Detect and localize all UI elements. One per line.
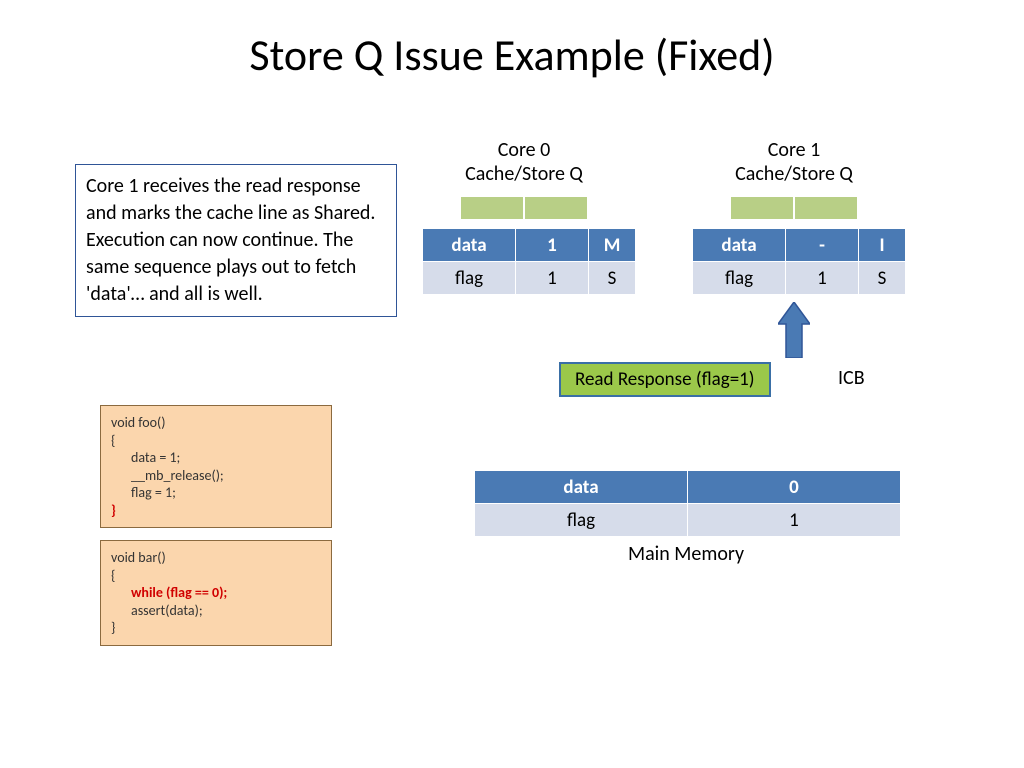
c0-r1-val: 1	[516, 229, 589, 262]
c1-r1-state: I	[859, 229, 906, 262]
read-response-box: Read Response (flag=1)	[559, 362, 771, 397]
icb-label: ICB	[838, 366, 865, 390]
bar-l5: }	[111, 619, 321, 637]
foo-l2: {	[111, 432, 321, 450]
mem-r1-name: data	[475, 471, 688, 504]
foo-l5: flag = 1;	[111, 484, 321, 502]
c1-r1-name: data	[693, 229, 786, 262]
core1-store-queue	[730, 196, 858, 220]
main-memory-label: Main Memory	[474, 542, 898, 566]
description-box: Core 1 receives the read response and ma…	[75, 164, 397, 317]
foo-l4: __mb_release();	[111, 467, 321, 485]
arrow-up-icon	[778, 302, 810, 358]
core0-label: Core 0Cache/Store Q	[424, 138, 624, 186]
mem-r2-name: flag	[475, 504, 688, 537]
foo-l1: void foo()	[111, 414, 321, 432]
mem-r2-val: 1	[688, 504, 901, 537]
bar-l2: {	[111, 567, 321, 585]
core1-cache-table: data - I flag 1 S	[692, 228, 906, 295]
c0-r2-val: 1	[516, 262, 589, 295]
description-text: Core 1 receives the read response and ma…	[86, 174, 375, 306]
c1-r1-val: -	[786, 229, 859, 262]
c1-r2-name: flag	[693, 262, 786, 295]
c1-r2-state: S	[859, 262, 906, 295]
c0-r1-state: M	[589, 229, 636, 262]
core1-label: Core 1Cache/Store Q	[694, 138, 894, 186]
foo-l3: data = 1;	[111, 449, 321, 467]
bar-l4: assert(data);	[111, 602, 321, 620]
bar-l3: while (flag == 0);	[111, 584, 321, 602]
c0-r1-name: data	[423, 229, 516, 262]
c0-r2-state: S	[589, 262, 636, 295]
code-foo-box: void foo() { data = 1; __mb_release(); f…	[100, 405, 332, 528]
c1-r2-val: 1	[786, 262, 859, 295]
foo-l6: }	[111, 502, 321, 520]
main-memory-table: data 0 flag 1	[474, 470, 901, 537]
core0-cache-table: data 1 M flag 1 S	[422, 228, 636, 295]
page-title: Store Q Issue Example (Fixed)	[0, 0, 1024, 92]
bar-l1: void bar()	[111, 549, 321, 567]
core0-store-queue	[460, 196, 588, 220]
c0-r2-name: flag	[423, 262, 516, 295]
code-bar-box: void bar() { while (flag == 0); assert(d…	[100, 540, 332, 646]
mem-r1-val: 0	[688, 471, 901, 504]
